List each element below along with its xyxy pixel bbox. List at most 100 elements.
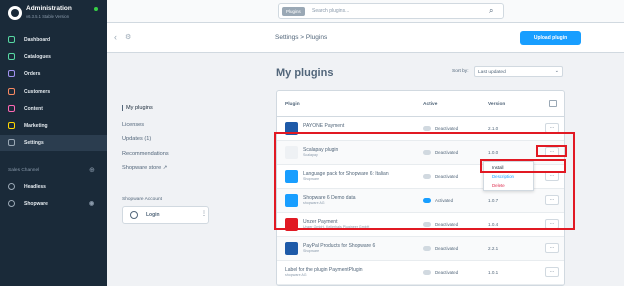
sort-select[interactable]: Last updated ⌄ <box>474 66 563 77</box>
sidebar: Administration v6.3.5.1 Stable Version D… <box>0 0 107 286</box>
app-name: Administration <box>26 5 72 12</box>
sidebar-item-label: Customers <box>24 89 51 95</box>
menu-item-description[interactable]: Description <box>492 174 514 179</box>
active-toggle[interactable] <box>423 126 431 131</box>
plugin-icon <box>285 122 298 135</box>
marketing-icon <box>8 122 15 129</box>
status-dot <box>94 7 98 11</box>
table-header: Plugin Active Version <box>277 91 564 117</box>
column-plugin[interactable]: Plugin <box>285 102 300 107</box>
headless-icon <box>8 183 15 190</box>
kebab-icon[interactable]: ⋮ <box>201 210 207 217</box>
sidebar-item-catalogues[interactable]: Catalogues <box>0 49 107 65</box>
search-input[interactable]: Search plugins... <box>312 8 349 14</box>
plugin-author: Scalapay <box>303 153 318 157</box>
more-actions-button[interactable]: ··· <box>545 219 559 229</box>
more-actions-button[interactable]: ··· <box>545 195 559 205</box>
version-text: 1.0.7 <box>488 198 499 203</box>
sidebar-item-marketing[interactable]: Marketing <box>0 118 107 134</box>
sidebar-item-customers[interactable]: Customers <box>0 84 107 100</box>
sidebar-item-label: Orders <box>24 71 41 77</box>
active-toggle[interactable] <box>423 150 431 155</box>
back-arrow-icon[interactable]: ‹ <box>114 32 117 42</box>
more-actions-button[interactable]: ··· <box>545 243 559 253</box>
sales-channel-shopware[interactable]: Shopware ◉ <box>0 197 107 211</box>
account-title: Shopware Account <box>122 197 163 202</box>
sales-channel-label: Shopware <box>24 201 48 207</box>
plugin-author: Shopware <box>303 249 320 253</box>
menu-item-delete[interactable]: Delete <box>492 183 505 188</box>
more-actions-button[interactable]: ··· <box>545 171 559 181</box>
menu-item-install[interactable]: Install <box>492 165 503 170</box>
sidebar-item-orders[interactable]: Orders <box>0 66 107 82</box>
sidebar-item-label: Marketing <box>24 123 48 129</box>
sales-channel-title: Sales Channel <box>8 168 40 173</box>
search-type-pill[interactable]: Plugins <box>282 7 305 16</box>
column-settings-icon[interactable] <box>549 100 557 107</box>
active-toggle[interactable] <box>423 222 431 227</box>
eye-icon[interactable]: ◉ <box>89 200 94 207</box>
dashboard-icon <box>8 36 15 43</box>
table-row: Shopware 6 Demo data shopware AG Activat… <box>277 189 564 213</box>
version-text: 2.1.0 <box>488 126 499 131</box>
sales-channel-headless[interactable]: Headless <box>0 180 107 194</box>
avatar-icon <box>130 211 138 219</box>
plugin-icon <box>285 218 298 231</box>
upload-plugin-button[interactable]: Upload plugin <box>520 31 581 45</box>
plugin-name: PAYONE Payment <box>303 123 345 129</box>
context-menu: Install Description Delete <box>483 161 534 191</box>
tab-updates[interactable]: Updates (1) <box>122 136 212 142</box>
active-toggle[interactable] <box>423 174 431 179</box>
active-toggle[interactable] <box>423 246 431 251</box>
login-label: Login <box>146 212 160 218</box>
plugin-author: Unzer GmbH, Kellerhals Plugineer GmbH <box>303 225 370 229</box>
plugin-author: Shopware <box>303 177 320 181</box>
orders-icon <box>8 70 15 77</box>
tab-licenses[interactable]: Licenses <box>122 122 212 128</box>
status-text: Deactivated <box>435 174 459 179</box>
page-title: My plugins <box>276 67 334 79</box>
version-text: 2.2.1 <box>488 246 499 251</box>
account-card[interactable]: Login ⋮ <box>122 206 209 224</box>
sidebar-item-settings[interactable]: Settings <box>0 135 107 151</box>
table-row: PayPal Products for Shopware 6 Shopware … <box>277 237 564 261</box>
sidebar-item-label: Content <box>24 106 43 112</box>
more-actions-button[interactable]: ··· <box>545 123 559 133</box>
version-text: 1.0.0 <box>488 150 499 155</box>
smart-bar: ‹ ⚙ Settings > Plugins Upload plugin <box>107 23 624 53</box>
plugin-author: shopware AG <box>303 201 325 205</box>
settings-gear-icon: ⚙ <box>125 34 132 41</box>
plugin-icon <box>285 170 298 183</box>
plugin-icon <box>285 146 298 159</box>
active-toggle[interactable] <box>423 270 431 275</box>
sidebar-item-label: Settings <box>24 140 44 146</box>
tab-my-plugins[interactable]: My plugins <box>122 105 212 111</box>
tab-shopware-store[interactable]: Shopware store ↗ <box>122 165 212 171</box>
status-text: Deactivated <box>435 270 459 275</box>
search-icon[interactable]: ⌕ <box>489 6 493 16</box>
customers-icon <box>8 88 15 95</box>
chevron-down-icon: ⌄ <box>554 68 559 74</box>
status-text: Deactivated <box>435 150 459 155</box>
active-toggle[interactable] <box>423 198 431 203</box>
column-active[interactable]: Active <box>423 102 437 107</box>
more-actions-button[interactable]: ··· <box>545 147 559 157</box>
content-icon <box>8 105 15 112</box>
status-text: Activated <box>435 198 454 203</box>
add-sales-channel-icon[interactable]: ⊕ <box>89 166 95 174</box>
version-text: 1.0.1 <box>488 270 499 275</box>
tab-recommendations[interactable]: Recommendations <box>122 151 212 157</box>
brand[interactable]: Administration v6.3.5.1 Stable Version <box>6 4 107 30</box>
column-version[interactable]: Version <box>488 102 505 107</box>
sidebar-item-content[interactable]: Content <box>0 101 107 117</box>
status-text: Deactivated <box>435 126 459 131</box>
app-version: v6.3.5.1 Stable Version <box>26 14 70 19</box>
search-bar[interactable]: Plugins Search plugins... ⌕ <box>278 3 504 19</box>
table-row: Unzer Payment Unzer GmbH, Kellerhals Plu… <box>277 213 564 237</box>
settings-icon <box>8 139 15 146</box>
more-actions-button[interactable]: ··· <box>545 267 559 277</box>
catalogue-icon <box>8 53 15 60</box>
breadcrumb: Settings > Plugins <box>275 34 328 41</box>
sidebar-item-dashboard[interactable]: Dashboard <box>0 32 107 48</box>
version-text: 1.0.4 <box>488 222 499 227</box>
